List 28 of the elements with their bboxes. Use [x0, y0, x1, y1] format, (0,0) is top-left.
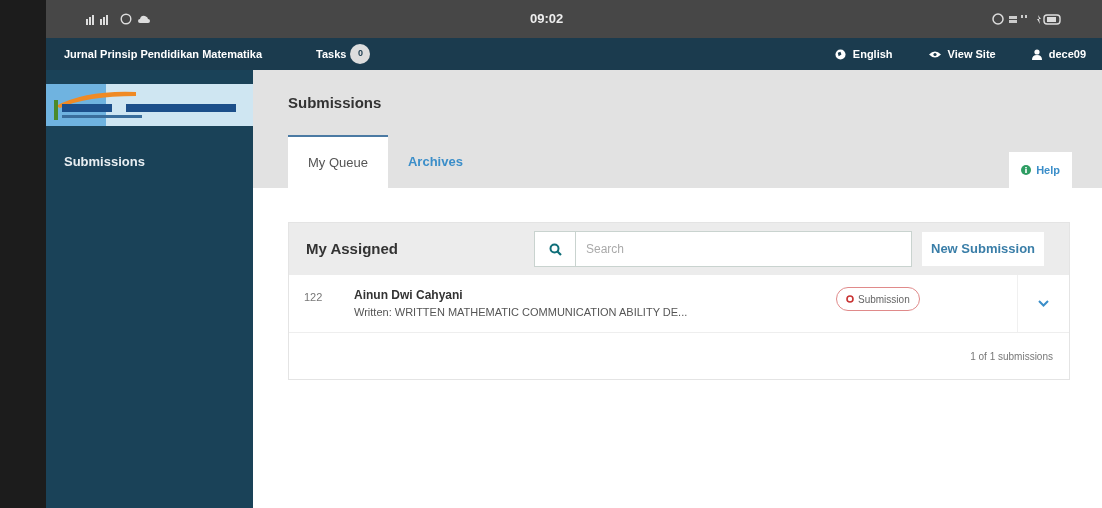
panel-title: My Assigned [306, 238, 399, 259]
info-icon [1021, 165, 1032, 175]
clock-time: 09:02 [530, 10, 564, 29]
navbar-link[interactable]: dece09 [1031, 45, 1086, 63]
submission-title: Written: WRITTEN MATHEMATIC COMMUNICATION ABILITY DE... [354, 305, 689, 321]
tasks-link[interactable]: Tasks 0 [316, 44, 371, 64]
navbar-link[interactable]: View Site [928, 45, 996, 63]
author-name: Ainun Dwi Cahyani [354, 287, 464, 305]
search-field[interactable]: Search [576, 231, 912, 267]
search-icon [548, 242, 562, 256]
help-button[interactable]: Help [1009, 152, 1072, 188]
search-button[interactable] [534, 231, 576, 267]
new-submission-button[interactable]: New Submission [922, 232, 1045, 266]
site-title-link[interactable]: Jurnal Prinsip Pendidikan Matematika [64, 45, 263, 63]
cloud-icon [138, 15, 150, 23]
page-title: Submissions [288, 93, 383, 113]
navbar-link[interactable]: English [834, 45, 893, 63]
tasks-count-badge: 0 [350, 44, 371, 64]
status-circle-icon [846, 295, 854, 303]
submission-id: 122 [304, 290, 324, 305]
sidebar-item[interactable]: Submissions [64, 152, 253, 172]
user-icon [1031, 48, 1042, 60]
pagination-summary: 1 of 1 submissions [970, 349, 1053, 364]
globe-icon [834, 48, 846, 60]
chevron-down-icon [1038, 300, 1049, 307]
battery-icon [1036, 13, 1062, 25]
eye-icon [928, 49, 941, 59]
tab[interactable]: My Queue [288, 135, 388, 188]
